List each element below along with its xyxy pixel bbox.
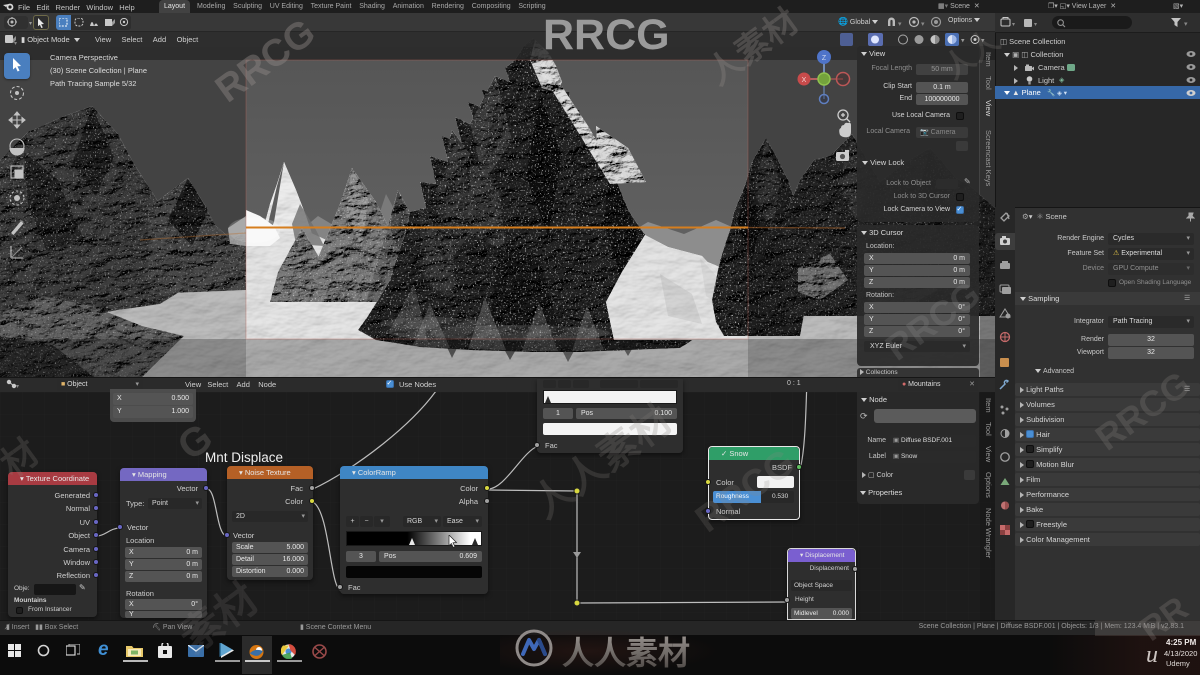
svg-text:Z: Z: [822, 55, 827, 62]
svg-text:▾: ▾: [1012, 22, 1015, 28]
svg-text:▾: ▾: [16, 384, 19, 390]
svg-text:▾: ▾: [921, 21, 925, 28]
svg-text:▾: ▾: [1034, 22, 1037, 28]
svg-text:▾: ▾: [14, 41, 17, 46]
svg-text:X: X: [802, 77, 807, 84]
svg-text:▾: ▾: [1184, 21, 1188, 28]
svg-text:▾: ▾: [898, 21, 902, 28]
